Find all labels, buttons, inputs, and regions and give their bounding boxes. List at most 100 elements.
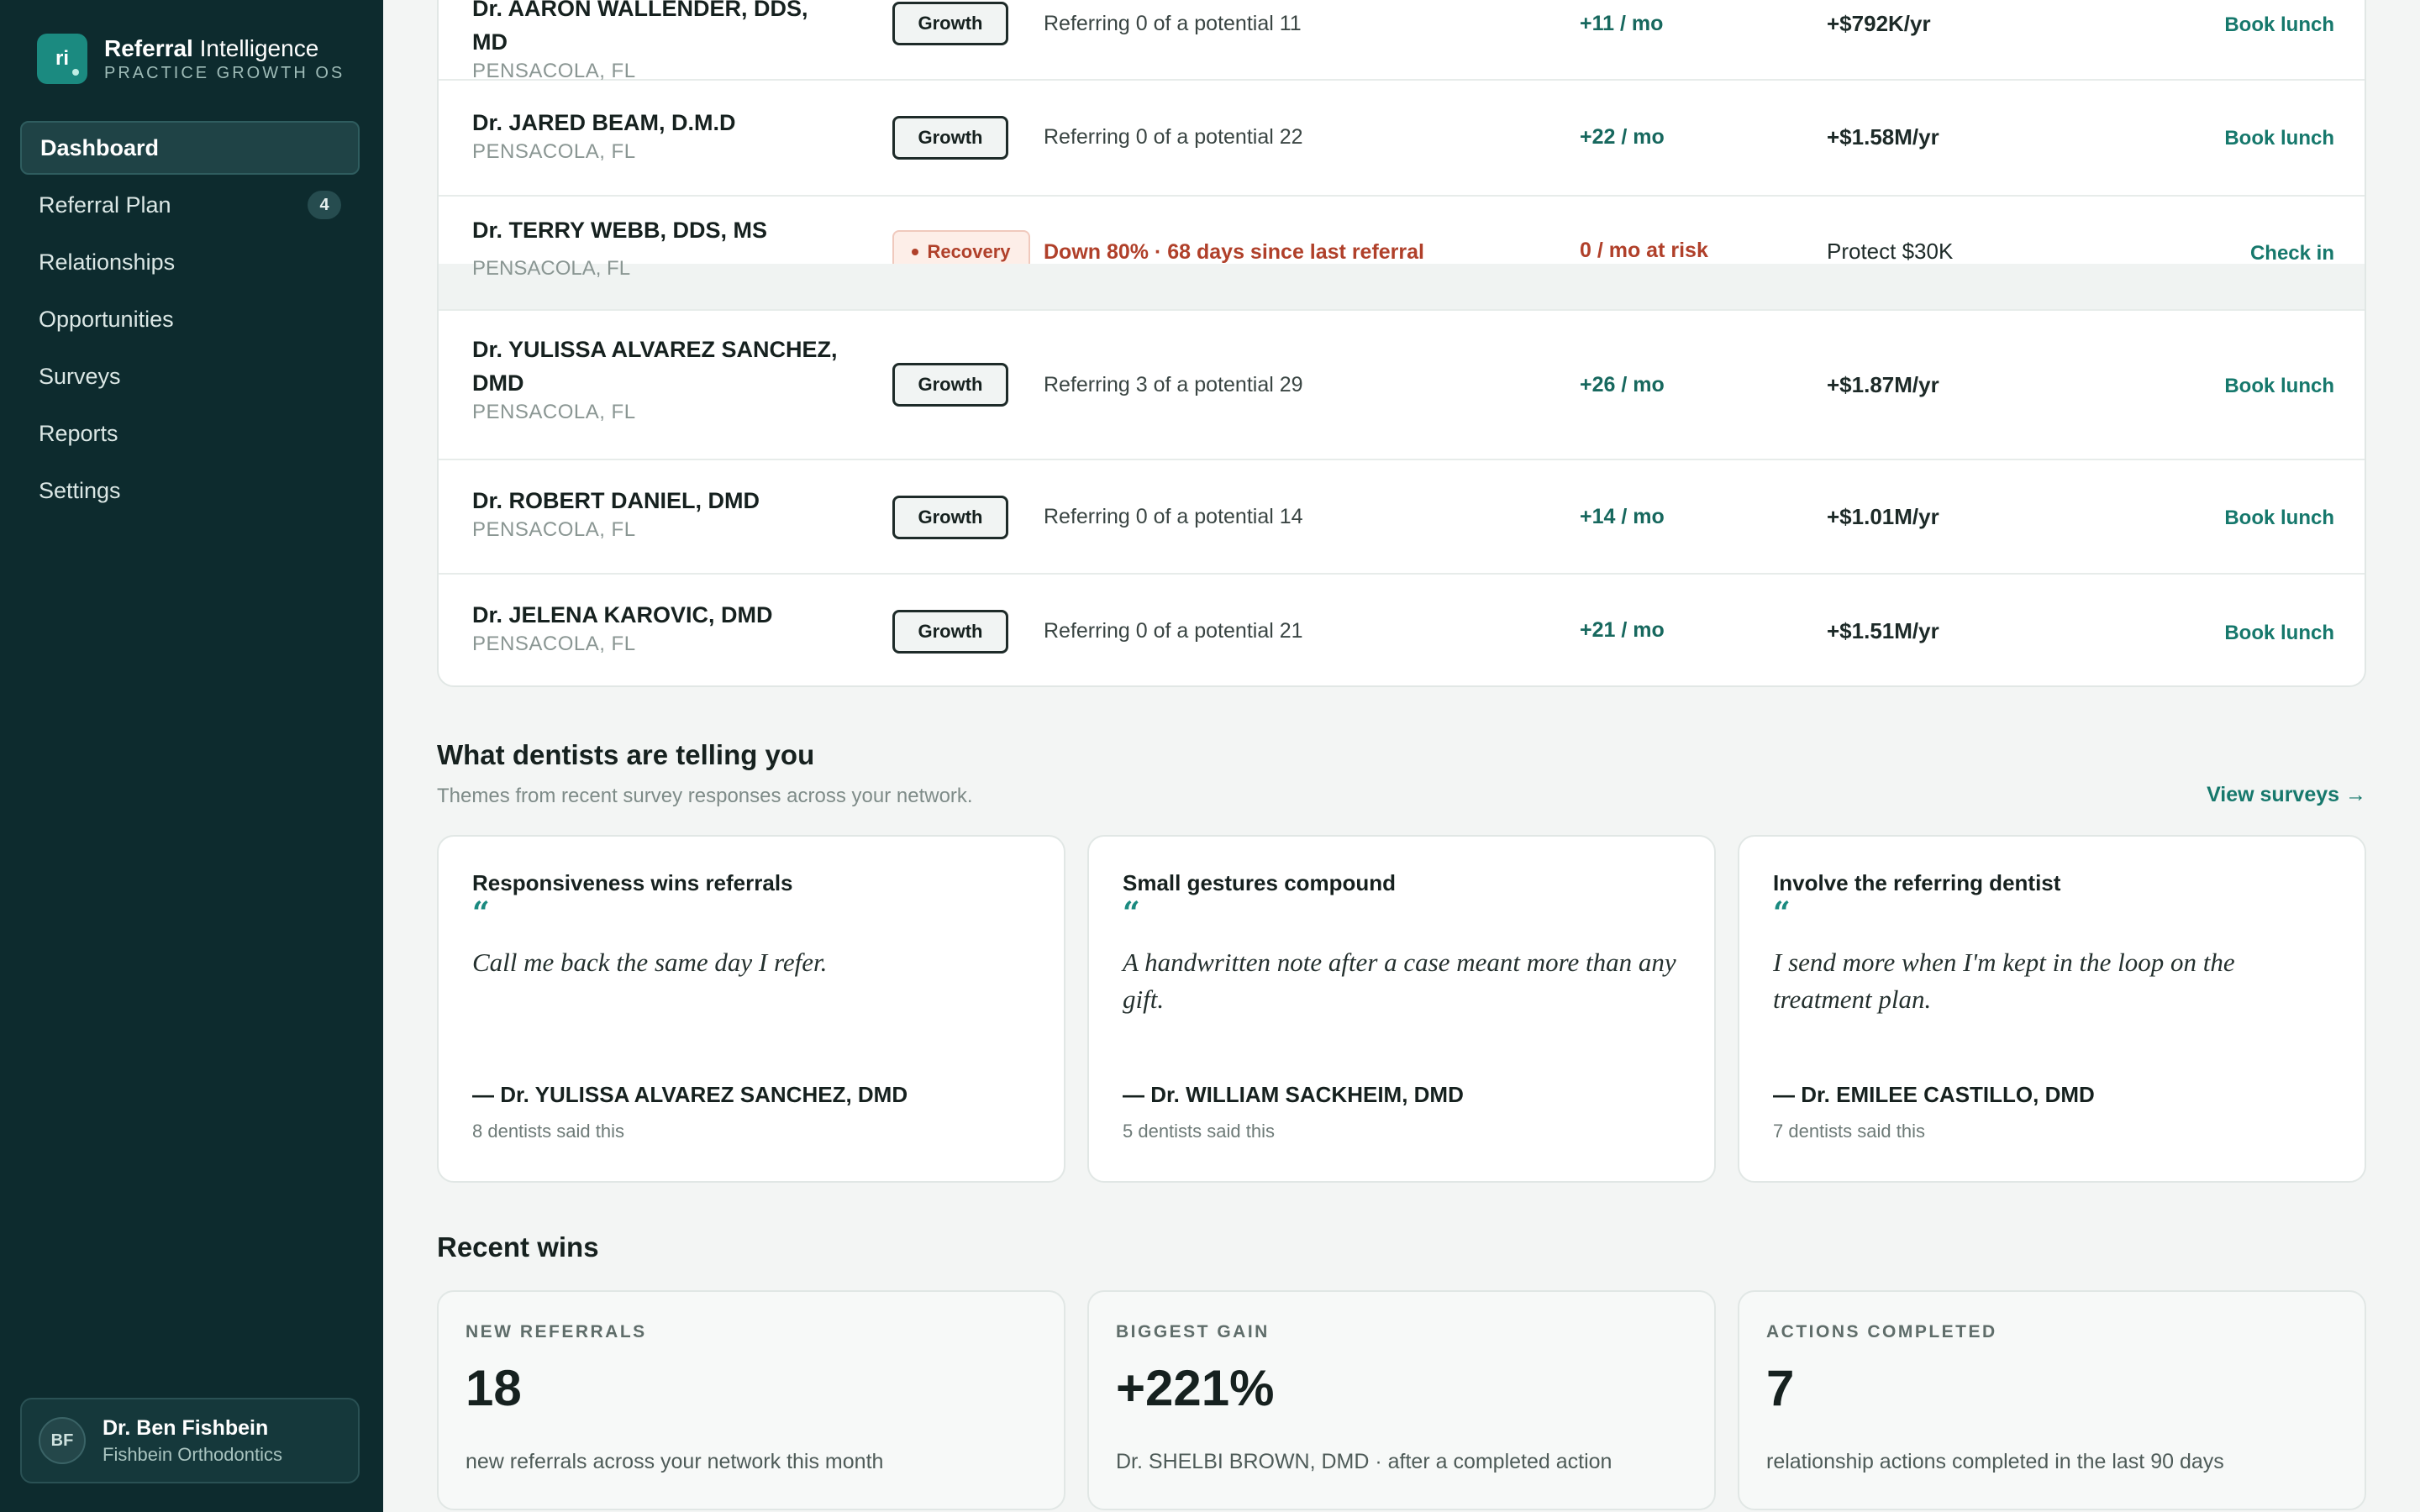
table-row[interactable]: Dr. JELENA KAROVIC, DMD PENSACOLA, FL Gr… [439,575,2365,685]
recent-wins-title: Recent wins [437,1231,599,1263]
referral-gain: +26 / mo [1580,373,1665,396]
quote-icon: “ [1773,895,1791,931]
user-name: Dr. Ben Fishbein [103,1416,269,1440]
quote-count: 5 dentists said this [1123,1121,1275,1142]
book-lunch-link[interactable]: Book lunch [2224,13,2334,37]
theme-quote: I send more when I'm kept in the loop on… [1773,948,2235,1014]
sidebar-item-dashboard[interactable]: Dashboard [20,121,360,175]
sidebar-item-label: Settings [39,477,121,503]
sidebar-item-referral-plan[interactable]: Referral Plan 4 [20,178,360,232]
brand-name-bold: Referral [104,35,193,61]
dentist-name: Dr. TERRY WEBB, DDS, MS [472,218,768,243]
segment-tag: Growth [892,116,1008,160]
recovery-tag-label: Recovery [927,241,1011,262]
check-in-link[interactable]: Check in [2250,242,2334,265]
win-value: 7 [1766,1360,1795,1416]
dentist-location: PENSACOLA, FL [472,633,636,655]
segment-tag: Growth [892,496,1008,539]
brand-logo-dot [72,69,79,76]
feedback-theme-card[interactable]: Responsiveness wins referrals “ Call me … [437,835,1065,1183]
referral-gain: +11 / mo [1580,12,1664,35]
brand-tagline: PRACTICE GROWTH OS [104,64,345,82]
win-description: relationship actions completed in the la… [1766,1450,2224,1473]
dentist-name: Dr. JELENA KAROVIC, DMD [472,602,773,627]
segment-tag: Growth [892,363,1008,407]
dentist-name: Dr. AARON WALLENDER, DDS, MD [472,0,808,55]
win-label: NEW REFERRALS [466,1322,647,1341]
row-expansion-band: PENSACOLA, FL [439,257,2365,311]
win-card-biggest-gain: BIGGEST GAIN +221% Dr. SHELBI BROWN, DMD… [1087,1290,1716,1510]
user-info: Dr. Ben Fishbein Fishbein Orthodontics [103,1414,282,1467]
feedback-theme-card[interactable]: Small gestures compound “ A handwritten … [1087,835,1716,1183]
dentist-name: Dr. JARED BEAM, D.M.D [472,110,736,135]
win-description: new referrals across your network this m… [466,1450,884,1473]
dentist-location: PENSACOLA, FL [472,257,631,280]
sidebar-item-label: Reports [39,420,118,446]
dentist-name-block: Dr. AARON WALLENDER, DDS, MD PENSACOLA, … [472,0,842,84]
referral-gain: +14 / mo [1580,505,1665,528]
referral-status: Referring 0 of a potential 11 [1044,12,1302,35]
win-value: +221% [1116,1360,1275,1416]
user-profile-card[interactable]: BF Dr. Ben Fishbein Fishbein Orthodontic… [20,1398,360,1483]
quote-icon: “ [1123,895,1140,931]
theme-title: Involve the referring dentist [1773,870,2061,895]
sidebar: ri Referral Intelligence PRACTICE GROWTH… [0,0,383,1512]
table-row[interactable]: Dr. ROBERT DANIEL, DMD PENSACOLA, FL Gro… [439,460,2365,575]
win-description: Dr. SHELBI BROWN, DMD · after a complete… [1116,1450,1612,1473]
user-org: Fishbein Orthodontics [103,1444,282,1465]
book-lunch-link[interactable]: Book lunch [2224,507,2334,530]
dentist-name-block: Dr. YULISSA ALVAREZ SANCHEZ, DMD PENSACO… [472,333,842,425]
win-value: 18 [466,1360,522,1416]
table-row[interactable]: Dr. JARED BEAM, D.M.D PENSACOLA, FL Grow… [439,81,2365,197]
sidebar-item-label: Opportunities [39,306,174,332]
dentist-name: Dr. ROBERT DANIEL, DMD [472,488,760,513]
view-surveys-link[interactable]: View surveys → [2207,783,2366,807]
table-row[interactable]: Dr. AARON WALLENDER, DDS, MD PENSACOLA, … [439,0,2365,84]
sidebar-item-label: Relationships [39,249,176,275]
dentist-opportunity-table: Dr. AARON WALLENDER, DDS, MD PENSACOLA, … [437,0,2366,687]
brand-logo-text: ri [55,47,69,70]
sidebar-item-opportunities[interactable]: Opportunities [20,292,360,346]
referral-gain: +22 / mo [1580,125,1665,149]
referral-status: Referring 3 of a potential 29 [1044,373,1303,396]
avatar: BF [39,1417,86,1464]
theme-title: Responsiveness wins referrals [472,870,793,895]
dentist-name-block: Dr. JELENA KAROVIC, DMD PENSACOLA, FL [472,598,842,657]
annual-value: +$1.01M/yr [1827,504,1939,529]
book-lunch-link[interactable]: Book lunch [2224,375,2334,398]
referral-status: Referring 0 of a potential 22 [1044,125,1303,149]
brand-logo-icon: ri [37,34,87,84]
referral-status-alert: Down 80% · 68 days since last referral [1044,240,1424,264]
theme-quote: Call me back the same day I refer. [472,948,828,977]
sidebar-item-reports[interactable]: Reports [20,407,360,460]
brand[interactable]: ri Referral Intelligence PRACTICE GROWTH… [37,34,345,84]
sidebar-item-label: Dashboard [40,134,160,160]
referral-plan-count-badge: 4 [308,191,341,219]
dentist-location: PENSACOLA, FL [472,518,636,541]
table-row[interactable]: Dr. YULISSA ALVAREZ SANCHEZ, DMD PENSACO… [439,311,2365,460]
book-lunch-link[interactable]: Book lunch [2224,127,2334,150]
win-label: ACTIONS COMPLETED [1766,1322,1997,1341]
dentist-location: PENSACOLA, FL [472,140,636,163]
referral-status: Referring 0 of a potential 14 [1044,505,1303,528]
sidebar-nav: Dashboard Referral Plan 4 Relationships … [20,121,360,521]
win-card-new-referrals: NEW REFERRALS 18 new referrals across yo… [437,1290,1065,1510]
dentist-name-block: Dr. TERRY WEBB, DDS, MS [472,213,842,247]
sidebar-item-settings[interactable]: Settings [20,464,360,517]
feedback-section-title: What dentists are telling you [437,739,815,770]
sidebar-item-label: Referral Plan [39,192,171,218]
sidebar-item-label: Surveys [39,363,121,389]
sidebar-item-relationships[interactable]: Relationships [20,235,360,289]
book-lunch-link[interactable]: Book lunch [2224,622,2334,645]
theme-quote: A handwritten note after a case meant mo… [1123,948,1676,1014]
referral-gain: +21 / mo [1580,618,1665,642]
quote-author: — Dr. YULISSA ALVAREZ SANCHEZ, DMD [472,1082,908,1107]
brand-text: Referral Intelligence PRACTICE GROWTH OS [104,34,345,83]
main-content: Dr. AARON WALLENDER, DDS, MD PENSACOLA, … [383,0,2420,1512]
quote-count: 7 dentists said this [1773,1121,1925,1142]
annual-value: +$1.58M/yr [1827,124,1939,150]
table-row-recovery[interactable]: Dr. TERRY WEBB, DDS, MS Recovery Down 80… [439,197,2365,274]
segment-tag: Growth [892,2,1008,45]
sidebar-item-surveys[interactable]: Surveys [20,349,360,403]
feedback-theme-card[interactable]: Involve the referring dentist “ I send m… [1738,835,2366,1183]
